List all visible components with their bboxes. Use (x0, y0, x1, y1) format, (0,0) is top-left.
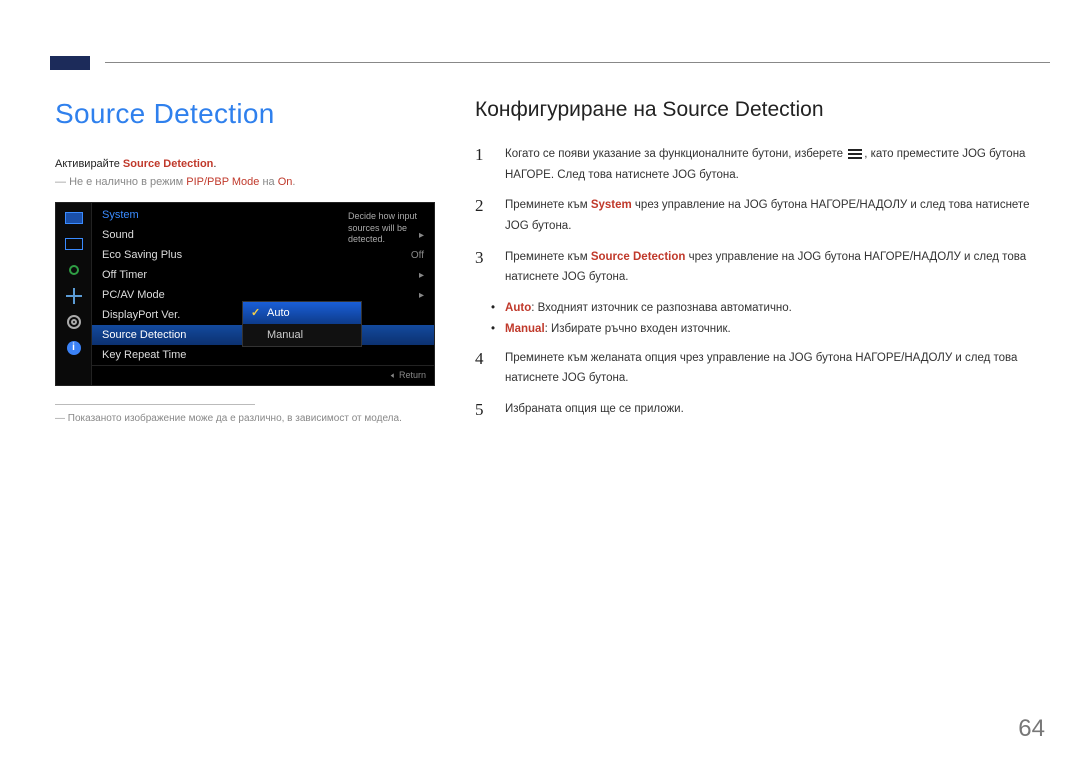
step-3: 3 Преминете към Source Detection чрез уп… (475, 247, 1045, 288)
picture-icon (64, 237, 84, 251)
unavail-on: On (278, 176, 293, 188)
osd-label: Source Detection (102, 329, 186, 341)
return-icon: ◂ (391, 370, 394, 381)
osd-popup-auto: Auto (243, 302, 361, 324)
bullet-manual-text: : Избирате ръчно входен източник. (545, 323, 731, 335)
activate-emphasis: Source Detection (123, 158, 213, 170)
step-number: 1 (475, 144, 489, 185)
unavail-prefix: Не е налично в режим (69, 176, 186, 188)
nav-icon (64, 289, 84, 303)
bullet-auto-label: Auto (505, 302, 531, 314)
right-column: Конфигуриране на Source Detection 1 Кога… (475, 98, 1045, 431)
osd-label: Off Timer (102, 269, 147, 281)
model-note: Показаното изображение може да е различн… (55, 413, 435, 424)
unavail-red: PIP/PBP Mode (186, 176, 259, 188)
page-number: 64 (1018, 715, 1045, 743)
step1-a: Когато се появи указание за функционални… (505, 148, 846, 160)
activate-line: Активирайте Source Detection. (55, 158, 435, 170)
bullet-manual: Manual: Избирате ръчно входен източник. (475, 319, 1045, 340)
osd-hint: Decide how input sources will be detecte… (344, 207, 430, 250)
step-number: 5 (475, 399, 489, 421)
note-divider (55, 404, 255, 405)
header-rule (105, 62, 1050, 63)
activate-suffix: . (213, 158, 216, 170)
osd-row-keyrepeat: Key Repeat Time (92, 345, 434, 365)
header-accent (50, 56, 90, 70)
step-2: 2 Преминете към System чрез управление н… (475, 195, 1045, 236)
page-title: Source Detection (55, 98, 435, 130)
options-list: Auto: Входният източник се разпознава ав… (475, 298, 1045, 339)
step2-a: Преминете към (505, 199, 591, 211)
activate-prefix: Активирайте (55, 158, 123, 170)
unavail-end: . (292, 176, 295, 188)
left-column: Source Detection Активирайте Source Dete… (55, 98, 435, 431)
osd-screenshot: i System Decide how input sources will b… (55, 202, 435, 386)
gear-icon (64, 315, 84, 329)
bullet-auto-text: : Входният източник се разпознава автома… (531, 302, 792, 314)
eco-icon (64, 263, 84, 277)
osd-return-label: Return (399, 370, 426, 380)
step-number: 2 (475, 195, 489, 236)
menu-icon (848, 149, 862, 159)
osd-value: Off (411, 250, 424, 261)
unavailable-note: Не е налично в режим PIP/PBP Mode на On. (55, 176, 435, 188)
step-5: 5 Избраната опция ще се приложи. (475, 399, 1045, 421)
monitor-icon (64, 211, 84, 225)
osd-popup: Auto Manual (242, 301, 362, 347)
step3-sd: Source Detection (591, 251, 686, 263)
unavail-mid: на (259, 176, 277, 188)
step2-system: System (591, 199, 632, 211)
bullet-auto: Auto: Входният източник се разпознава ав… (475, 298, 1045, 319)
bullet-manual-label: Manual (505, 323, 545, 335)
osd-label: PC/AV Mode (102, 289, 165, 301)
step-number: 3 (475, 247, 489, 288)
osd-sidebar: i (56, 203, 92, 385)
osd-label: DisplayPort Ver. (102, 309, 180, 321)
step5-body: Избраната опция ще се приложи. (505, 399, 1045, 421)
osd-row-timer: Off Timer ▸ (92, 265, 434, 285)
osd-value: ▸ (419, 290, 424, 301)
info-icon: i (64, 341, 84, 355)
osd-value: ▸ (419, 270, 424, 281)
osd-label: Eco Saving Plus (102, 249, 182, 261)
step-1: 1 Когато се появи указание за функционал… (475, 144, 1045, 185)
step4-body: Преминете към желаната опция чрез управл… (505, 348, 1045, 389)
osd-footer: ◂ Return (92, 365, 434, 385)
step-4: 4 Преминете към желаната опция чрез упра… (475, 348, 1045, 389)
osd-label: Sound (102, 229, 134, 241)
osd-main: System Decide how input sources will be … (92, 203, 434, 385)
osd-popup-manual: Manual (243, 324, 361, 346)
osd-label: Key Repeat Time (102, 349, 186, 361)
step-number: 4 (475, 348, 489, 389)
page-body: Source Detection Активирайте Source Dete… (55, 98, 1045, 431)
section-title: Конфигуриране на Source Detection (475, 98, 1045, 122)
step3-a: Преминете към (505, 251, 591, 263)
